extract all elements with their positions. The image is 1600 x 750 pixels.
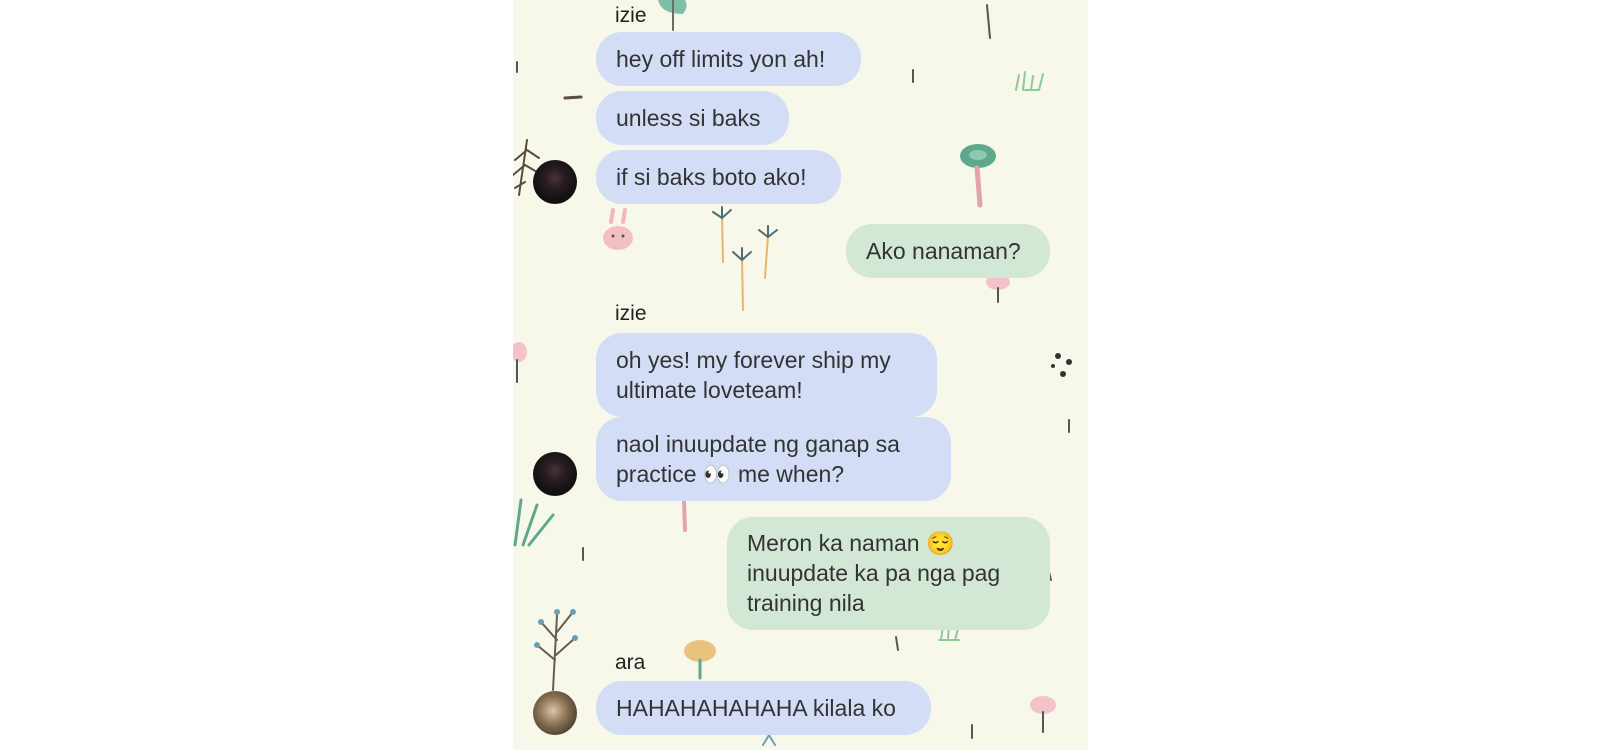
avatar-izie[interactable]: [533, 452, 577, 496]
message-line: oh yes! my forever ship my: [616, 347, 891, 373]
sender-name: izie: [615, 302, 647, 325]
message-line: training nila: [747, 590, 865, 616]
message-line: inuupdate ka pa nga pag: [747, 560, 1001, 586]
message-line: practice 👀 me when?: [616, 461, 845, 487]
message-line: naol inuupdate ng ganap sa: [616, 431, 900, 457]
avatar-ara[interactable]: [533, 691, 577, 735]
message-bubble-outgoing[interactable]: Meron ka naman 😌 inuupdate ka pa nga pag…: [727, 517, 1050, 630]
chat-conversation: izie hey off limits yon ah! unless si ba…: [513, 0, 1088, 750]
message-bubble[interactable]: naol inuupdate ng ganap sa practice 👀 me…: [596, 417, 951, 501]
message-bubble-outgoing[interactable]: Ako nanaman?: [846, 224, 1050, 278]
sender-name: izie: [615, 4, 647, 27]
message-line: ultimate loveteam!: [616, 377, 803, 403]
message-bubble[interactable]: oh yes! my forever ship my ultimate love…: [596, 333, 937, 417]
sender-name: ara: [615, 651, 646, 674]
message-line: Meron ka naman 😌: [747, 530, 955, 556]
message-bubble[interactable]: hey off limits yon ah!: [596, 32, 861, 86]
avatar-izie[interactable]: [533, 160, 577, 204]
message-bubble[interactable]: unless si baks: [596, 91, 789, 145]
message-bubble[interactable]: HAHAHAHAHAHA kilala ko: [596, 681, 931, 735]
message-bubble[interactable]: if si baks boto ako!: [596, 150, 841, 204]
